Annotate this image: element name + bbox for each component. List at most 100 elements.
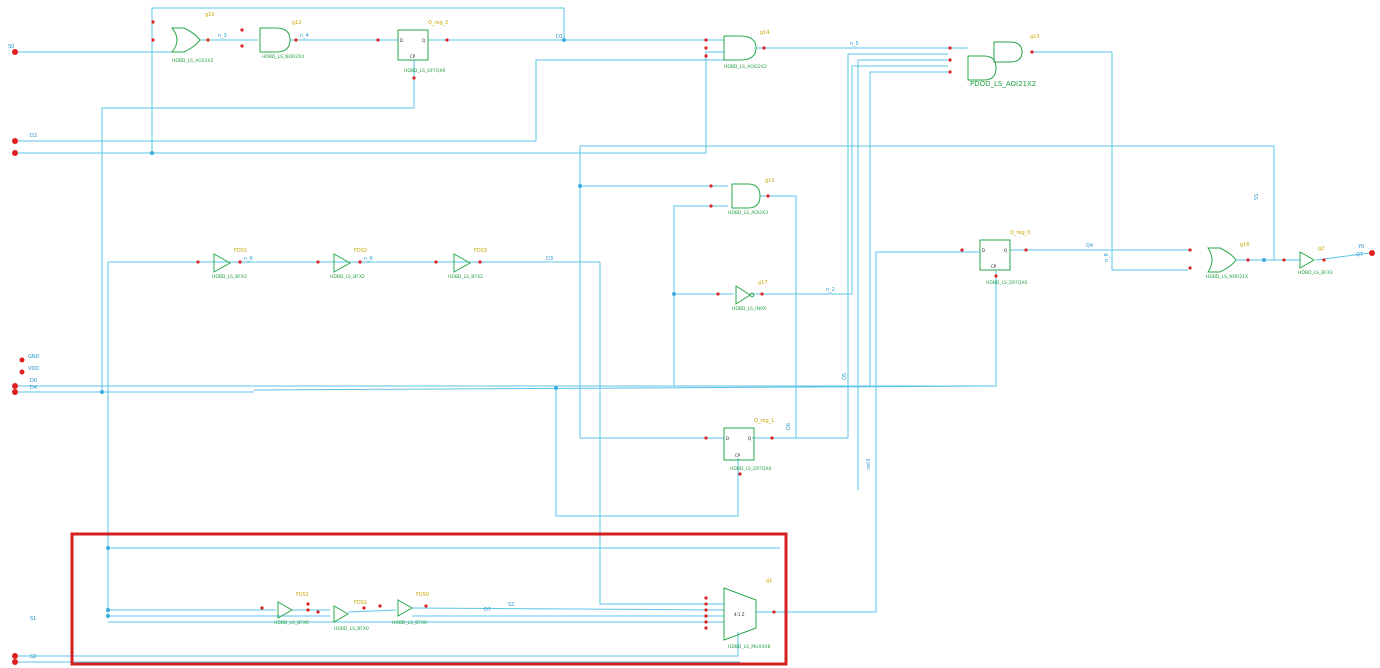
junction (106, 614, 110, 618)
pin (376, 38, 380, 42)
wire-d4-long (253, 385, 997, 391)
pin (424, 604, 428, 608)
buffer-fds2[interactable]: FDS2 HDBD_LS_BFX2 n_6 (316, 248, 373, 280)
buffer-fds1[interactable]: FDS1 HDBD_LS_BFX3 n_6 (196, 248, 253, 280)
wire-big-in2 (869, 71, 948, 386)
cell-label: HDBD_LS_MUX4X8 (728, 644, 770, 650)
pin (704, 54, 708, 58)
wire-reg1-clk (555, 386, 739, 517)
port-y0[interactable] (1369, 250, 1375, 256)
wire-top-right (857, 59, 948, 490)
gate-g16[interactable]: g16 HDBD_LS_NOR21X (1188, 242, 1250, 280)
gate-g17[interactable]: g17 HDBD_LS_INVX n_2 (716, 280, 835, 312)
mux-g1[interactable]: 4:1 Z g1 HDBD_LS_MUX4X8 (704, 578, 776, 650)
pin (704, 626, 708, 630)
instance-label: g17 (758, 280, 768, 286)
instance-label: Q_reg_0 (1010, 230, 1030, 236)
wire-layer (18, 7, 1371, 663)
dff-reg2[interactable]: D Q CP Q_reg_2 HDBD_LS_DFFQX0 (376, 20, 449, 80)
instance-label: g16 (1240, 242, 1250, 248)
net-label: n_6 (364, 256, 373, 262)
wire-b2-b3 (347, 609, 397, 613)
pin (704, 602, 708, 606)
pin (738, 472, 742, 476)
highlight-box (70, 532, 788, 666)
pin-label: Q (422, 38, 425, 43)
wire-reg0-clk (254, 270, 997, 387)
gate-g11[interactable]: g11 HDBD_LS_AOI2X3 (709, 178, 775, 216)
and-gate-icon (723, 35, 757, 61)
port-s2[interactable] (12, 659, 18, 665)
pin (412, 76, 416, 80)
pin-label: CP (410, 54, 416, 59)
net-label-vertical: Q5 (842, 373, 848, 380)
pin-label: Q (1004, 248, 1007, 253)
buffer-icon (397, 599, 414, 617)
instance-label: Q_reg_1 (754, 418, 774, 424)
instance-label: FDS1 (234, 248, 247, 254)
net-label: Q4 (1086, 243, 1093, 249)
pin (151, 38, 155, 42)
cell-label: HDBD_LS_INVX (732, 306, 766, 312)
port-d2[interactable] (12, 138, 18, 144)
pin (445, 38, 449, 42)
pin (196, 260, 200, 264)
cell-label: HDBD_LS_BFX3 (212, 274, 247, 280)
port-gnd[interactable] (19, 357, 25, 363)
dff-reg1[interactable]: D Q CP Q_reg_1 HDBD_LS_DFFQX0 (704, 418, 774, 476)
mux-label: 4:1 Z (734, 612, 745, 617)
instance-label: FDS2 (354, 248, 367, 254)
pin (704, 608, 708, 612)
buffer-fds1-bottom[interactable]: FDS1 HDBD_LS_BFX0 (260, 592, 310, 626)
pin (378, 604, 382, 608)
buffer-icon (213, 253, 232, 273)
wire-chain-down (599, 262, 724, 605)
gate-g10[interactable]: g10 HDBD_LS_AO21X2 n_3 (151, 12, 227, 64)
pin (316, 260, 320, 264)
cell-label: HDBD_LS_BFX0 (392, 620, 427, 626)
buffer-icon (1299, 251, 1316, 269)
schematic-canvas: S0 D2 GND VDD D0 D4 S1 S2 g10 HDBD_LS_AO… (8, 7, 1375, 666)
wire-mux-sel (18, 632, 739, 657)
net-label: n_5 (850, 41, 859, 47)
cell-label: HDBD_LS_NOR21X (1206, 274, 1248, 280)
pin (948, 70, 952, 74)
pin (704, 614, 708, 618)
pin (770, 436, 774, 440)
cell-label: HDBD_LS_BFX2 (448, 274, 483, 280)
gate-g14[interactable]: g14 HDBD_LS_AOI22X2 n_5 (704, 30, 859, 70)
junction (554, 386, 558, 390)
junction (106, 608, 110, 612)
net-label: D3 (546, 256, 553, 262)
pin (358, 260, 362, 264)
pin-label: CP (735, 453, 741, 458)
pin (434, 260, 438, 264)
pin (704, 436, 708, 440)
nor-gate-icon (1207, 247, 1237, 273)
pin-label: D (982, 248, 985, 253)
port-s1[interactable] (12, 653, 18, 659)
net-label-vertical: SS (1254, 194, 1260, 200)
instance-label: FDS1 (296, 592, 309, 598)
gate-g13[interactable]: g13 PDOD_LS_AOI21X2 (948, 34, 1040, 88)
instance-label: g11 (765, 178, 775, 184)
instance-label: g2 (1318, 246, 1324, 252)
pin (762, 46, 766, 50)
buffer-icon (333, 253, 352, 273)
pin (306, 608, 310, 612)
port-vdd[interactable] (19, 369, 25, 375)
buffer-fds3[interactable]: FDS3 HDBD_LS_BFX2 D3 (434, 248, 553, 280)
pin (151, 20, 155, 24)
pin (1246, 258, 1250, 262)
port-d1[interactable] (12, 150, 18, 156)
port-d0[interactable] (12, 383, 18, 389)
cell-label: HDBD_LS_NOR2X4 (262, 54, 304, 60)
pin (960, 248, 964, 252)
pin (772, 610, 776, 614)
port-d4[interactable] (12, 389, 18, 395)
pin (1030, 50, 1034, 54)
port-gnd-label: GND (28, 354, 40, 360)
pin (948, 46, 952, 50)
dff-reg0[interactable]: D Q CP Q_reg_0 HDBD_LS_DFFQX0 Q4 (960, 230, 1093, 286)
port-s1-label: S1 (30, 616, 36, 622)
